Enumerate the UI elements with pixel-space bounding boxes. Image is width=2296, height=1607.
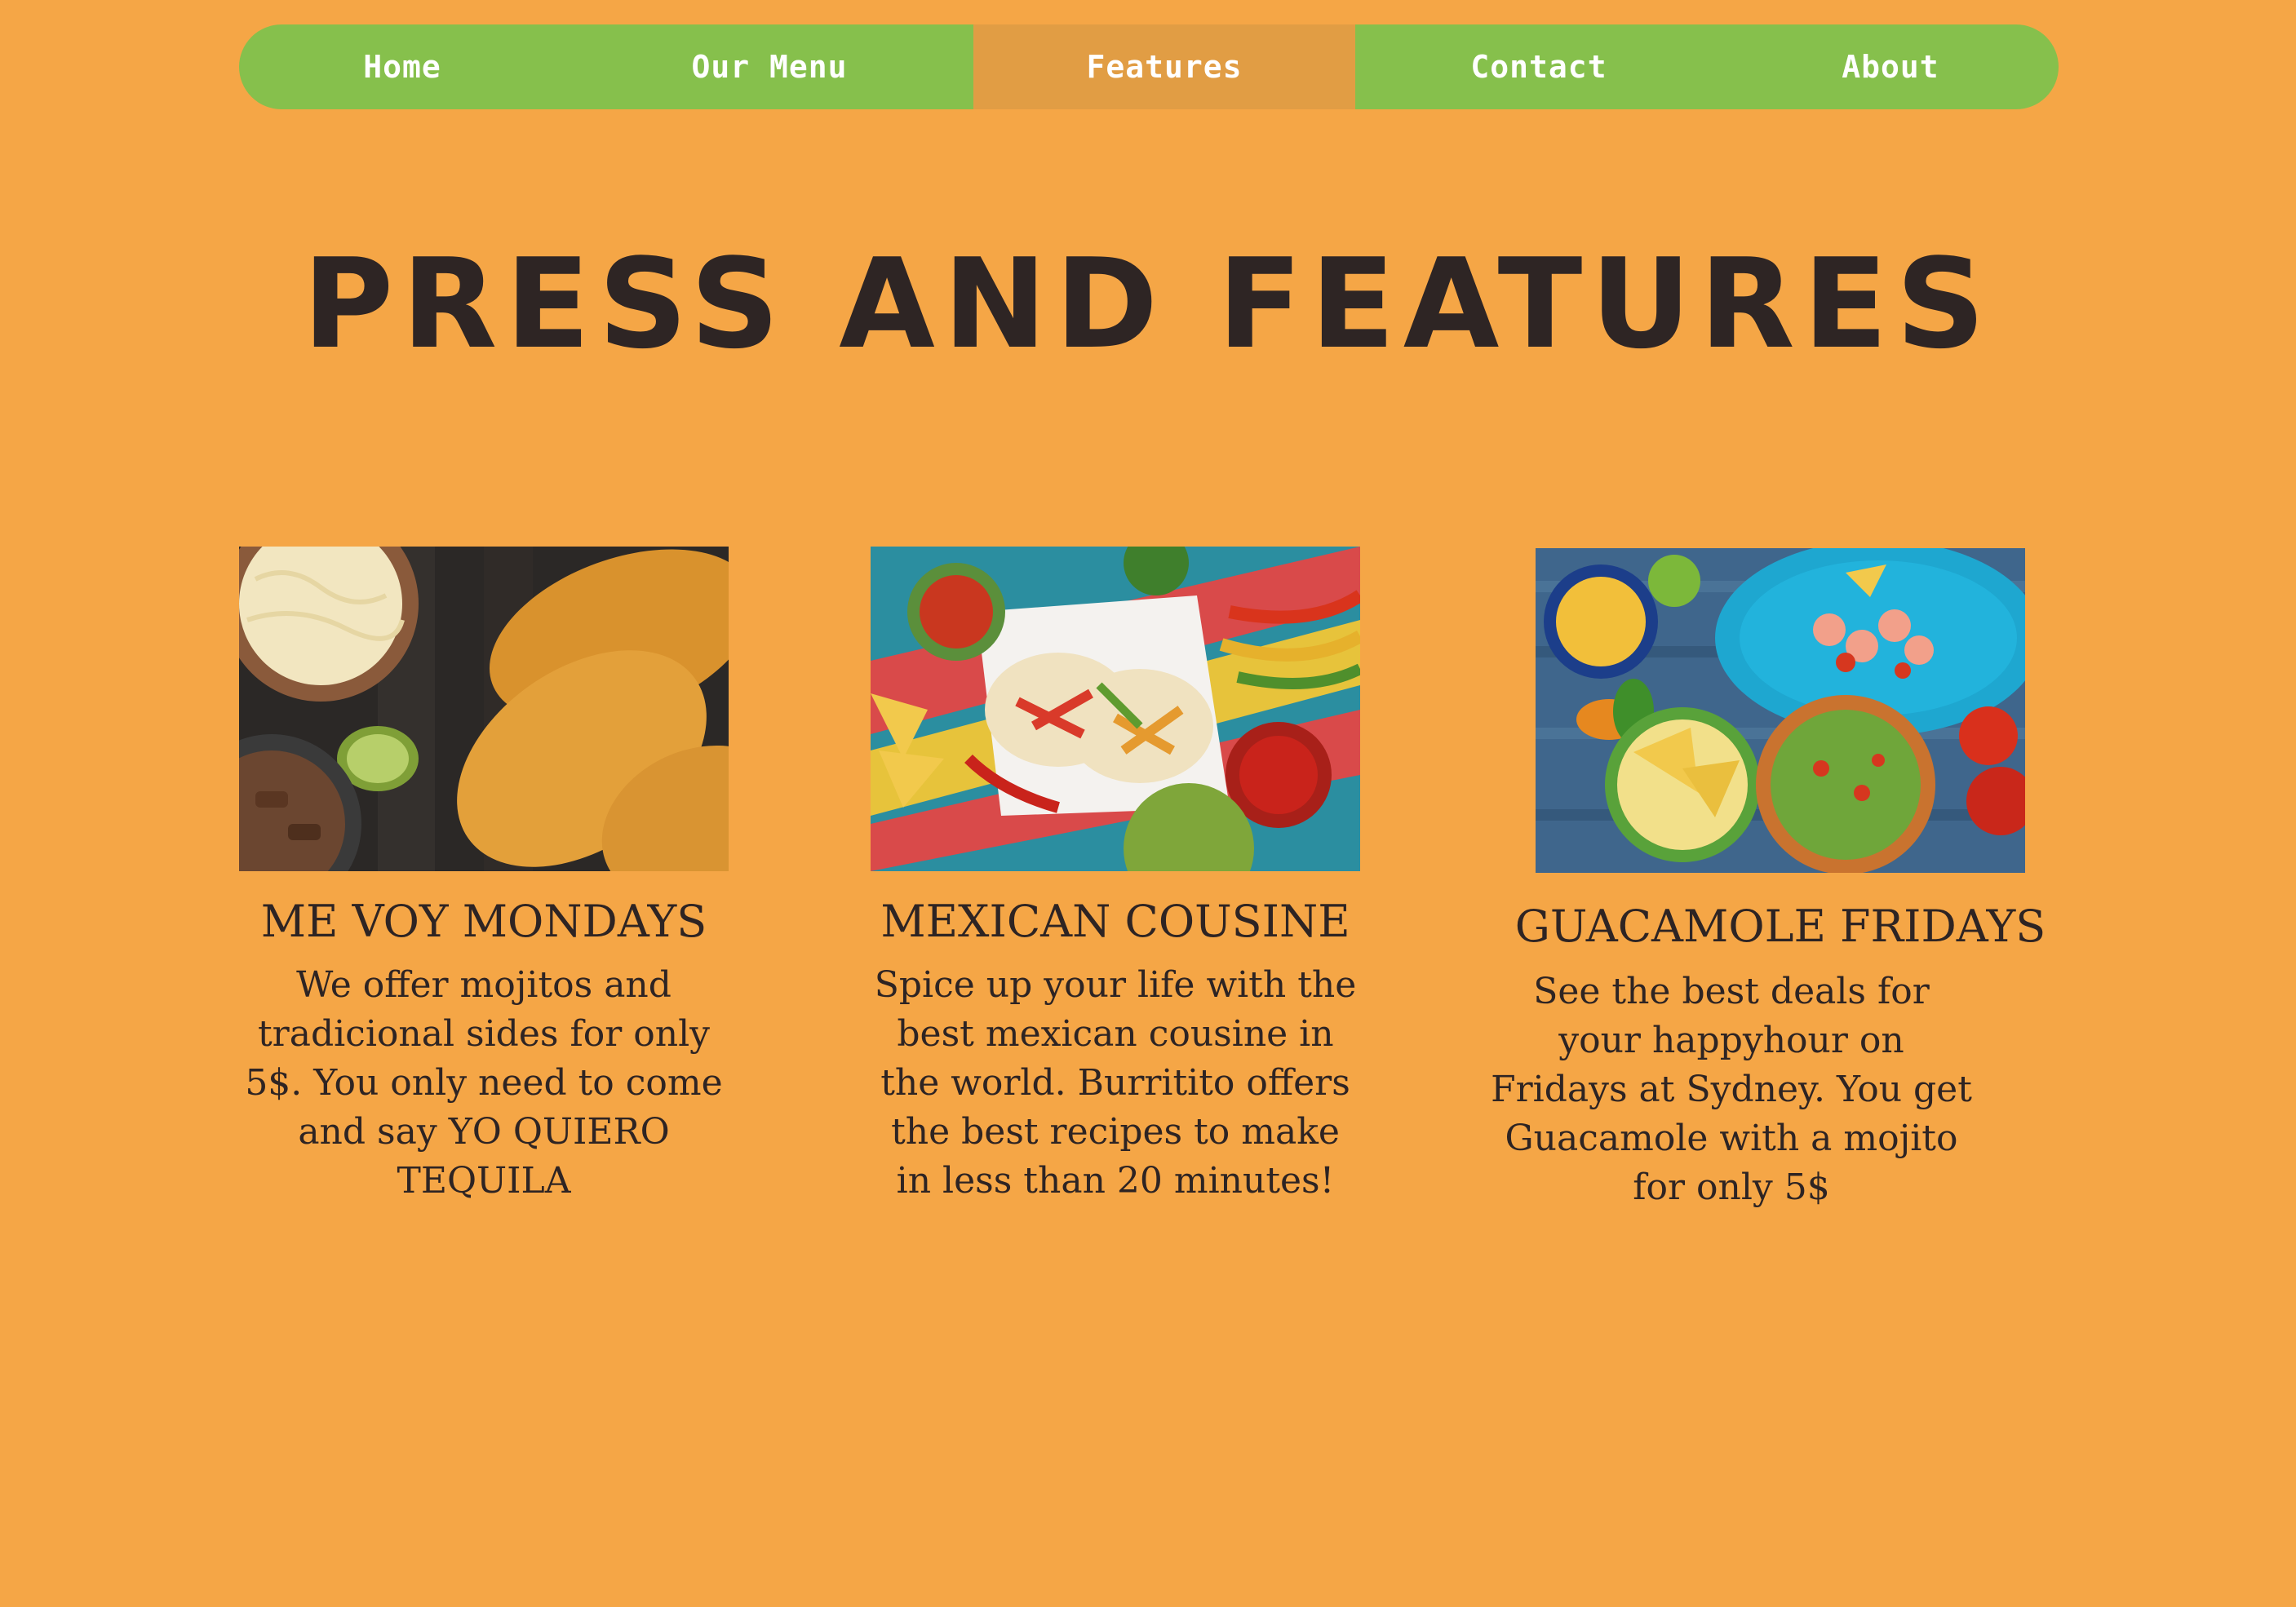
main-nav: Home Our Menu Features Contact About — [239, 24, 2059, 109]
page-title: PRESS AND FEATURES — [302, 232, 1994, 376]
nav-item-our-menu[interactable]: Our Menu — [565, 24, 973, 109]
tacos-photo — [239, 547, 729, 871]
nav-item-features[interactable]: Features — [973, 24, 1355, 109]
feature-title: GUACAMOLE FRIDAYS — [1514, 901, 2046, 952]
feature-card-me-voy-mondays: ME VOY MONDAYS We offer mojitos and trad… — [239, 547, 729, 1206]
nav-item-home[interactable]: Home — [239, 24, 565, 109]
nav-item-about[interactable]: About — [1722, 24, 2059, 109]
guacamole-photo — [1536, 548, 2025, 873]
nav-item-contact[interactable]: Contact — [1355, 24, 1722, 109]
feature-description: See the best deals for your happyhour on… — [1491, 971, 1972, 1208]
feature-card-guacamole-fridays: GUACAMOLE FRIDAYS See the best deals for… — [1491, 548, 2046, 1212]
feature-title: MEXICAN COUSINE — [880, 896, 1350, 947]
feature-card-mexican-cousine: MEXICAN COUSINE Spice up your life with … — [871, 547, 1360, 1206]
feature-description: We offer mojitos and tradicional sides f… — [245, 964, 723, 1202]
feature-description: Spice up your life with the best mexican… — [874, 964, 1357, 1202]
feature-title: ME VOY MONDAYS — [260, 896, 707, 947]
fajitas-photo — [871, 547, 1360, 871]
